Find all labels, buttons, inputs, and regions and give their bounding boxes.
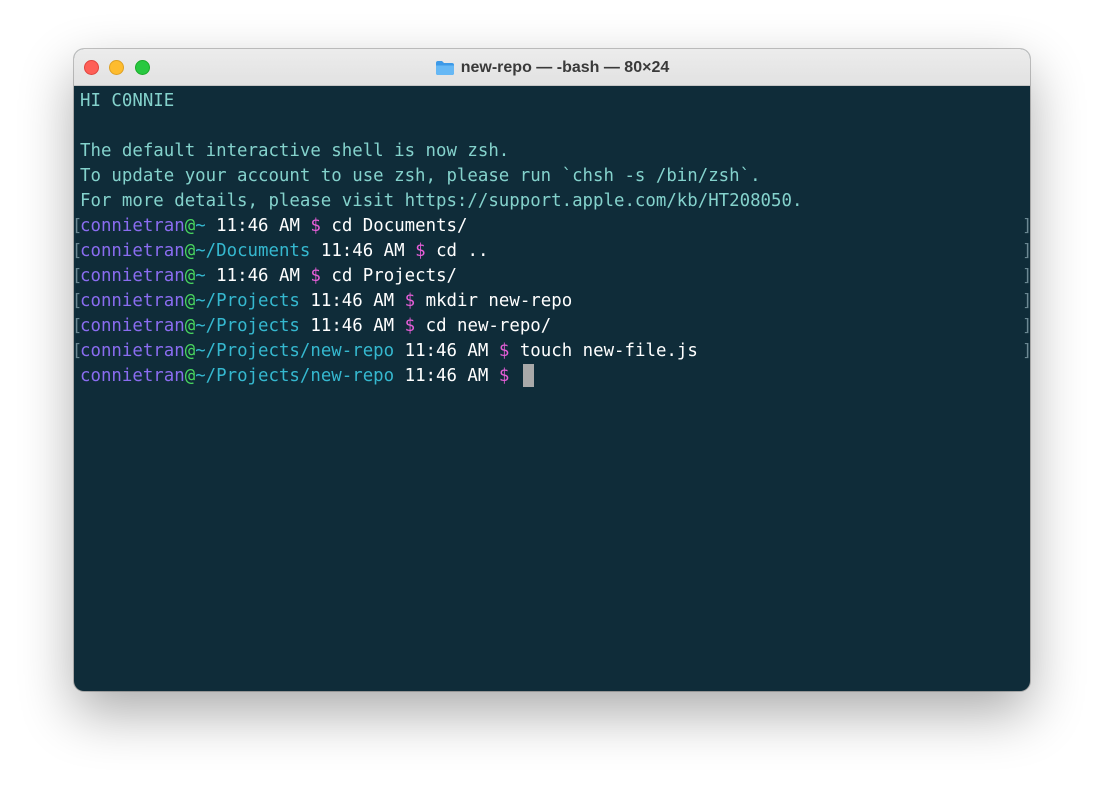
prompt-user: connietran	[80, 366, 185, 386]
prompt-path: ~/Projects/new-repo	[195, 366, 395, 386]
prompt-path: ~	[195, 216, 206, 236]
prompt-line: connietran@~/Projects 11:46 AM $ cd new-…	[80, 314, 551, 339]
prompt-user: connietran	[80, 266, 185, 286]
prompt-user: connietran	[80, 216, 185, 236]
folder-icon	[435, 60, 455, 76]
prompt-line: connietran@~ 11:46 AM $ cd Documents/	[80, 214, 468, 239]
prompt-command: cd ..	[436, 241, 489, 261]
mark-bracket-right: ]	[1022, 214, 1030, 239]
terminal-content[interactable]: HI C0NNIE The default interactive shell …	[74, 86, 1030, 691]
mark-bracket-right: ]	[1022, 314, 1030, 339]
mark-bracket-right: ]	[1022, 239, 1030, 264]
notice-line: The default interactive shell is now zsh…	[80, 141, 510, 161]
prompt-time: 11:46 AM	[216, 266, 300, 286]
prompt-at: @	[184, 216, 196, 236]
prompt-dollar: $	[404, 291, 416, 311]
prompt-at: @	[184, 316, 196, 336]
prompt-path: ~/Projects	[195, 291, 300, 311]
prompt-line: connietran@~/Projects 11:46 AM $ mkdir n…	[80, 289, 572, 314]
prompt-path: ~/Documents	[195, 241, 311, 261]
prompt-command: touch new-file.js	[519, 341, 698, 361]
block-cursor	[522, 363, 534, 387]
terminal-window: new-repo — -bash — 80×24 HI C0NNIE The d…	[74, 49, 1030, 691]
prompt-command: cd Projects/	[331, 266, 458, 286]
window-title-text: new-repo — -bash — 80×24	[460, 58, 670, 76]
prompt-time: 11:46 AM	[404, 366, 489, 386]
prompt-dollar: $	[310, 216, 321, 236]
prompt-time: 11:46 AM	[404, 341, 489, 361]
prompt-line: connietran@~/Documents 11:46 AM $ cd ..	[80, 239, 488, 264]
prompt-at: @	[184, 241, 196, 261]
prompt-command: cd Documents/	[331, 216, 468, 236]
window-title: new-repo — -bash — 80×24	[74, 49, 1030, 86]
prompt-user: connietran	[80, 291, 185, 311]
prompt-time: 11:46 AM	[320, 241, 405, 261]
prompt-at: @	[184, 366, 196, 386]
notice-line: For more details, please visit https://s…	[80, 191, 803, 211]
prompt-command: cd new-repo/	[425, 316, 552, 336]
mark-bracket-right: ]	[1022, 289, 1030, 314]
prompt-dollar: $	[404, 316, 416, 336]
prompt-time: 11:46 AM	[310, 316, 395, 336]
prompt-line: connietran@~/Projects/new-repo 11:46 AM …	[80, 339, 698, 364]
notice-line: To update your account to use zsh, pleas…	[80, 166, 761, 186]
prompt-dollar: $	[498, 366, 510, 386]
mark-bracket-right: ]	[1022, 264, 1030, 289]
prompt-time: 11:46 AM	[310, 291, 395, 311]
prompt-at: @	[184, 266, 196, 286]
prompt-user: connietran	[80, 341, 185, 361]
prompt-line: connietran@~ 11:46 AM $ cd Projects/	[80, 264, 457, 289]
prompt-path: ~/Projects	[195, 316, 300, 336]
current-prompt-line[interactable]: connietran@~/Projects/new-repo 11:46 AM …	[80, 363, 534, 389]
prompt-dollar: $	[498, 341, 510, 361]
prompt-user: connietran	[80, 241, 185, 261]
title-bar[interactable]: new-repo — -bash — 80×24	[74, 49, 1030, 86]
greeting-line: HI C0NNIE	[80, 91, 175, 111]
mark-bracket-right: ]	[1022, 339, 1030, 364]
prompt-at: @	[184, 341, 196, 361]
prompt-path: ~	[195, 266, 206, 286]
prompt-user: connietran	[80, 316, 185, 336]
prompt-time: 11:46 AM	[216, 216, 300, 236]
prompt-path: ~/Projects/new-repo	[195, 341, 395, 361]
prompt-dollar: $	[310, 266, 321, 286]
prompt-dollar: $	[415, 241, 426, 261]
prompt-at: @	[184, 291, 196, 311]
prompt-command: mkdir new-repo	[425, 291, 573, 311]
